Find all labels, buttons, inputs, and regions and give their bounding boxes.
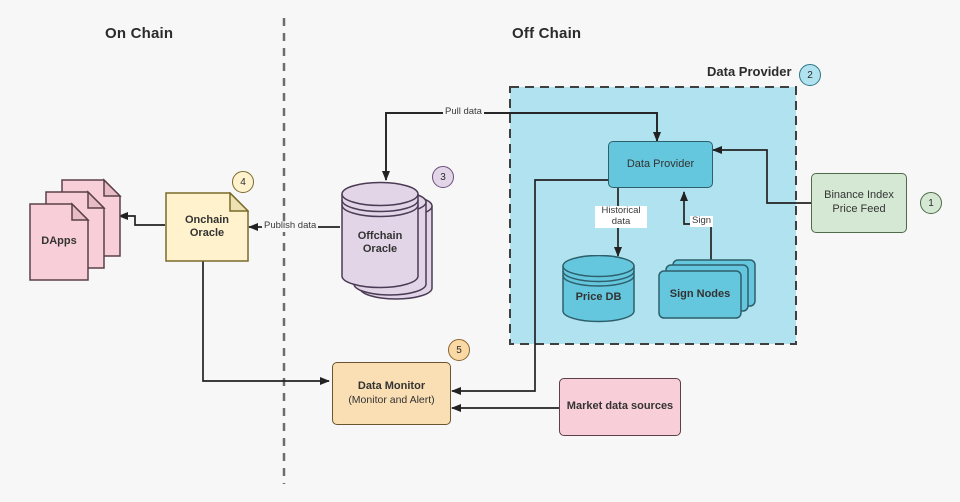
onchain-oracle-line1: Onchain	[184, 213, 229, 226]
node-sign-nodes[interactable]: Sign Nodes	[657, 258, 757, 320]
section-title-on-chain: On Chain	[105, 25, 174, 42]
historical-line2: data	[611, 215, 631, 227]
onchain-oracle-line2: Oracle	[189, 227, 225, 239]
section-title-off-chain: Off Chain	[512, 25, 582, 42]
historical-line1: Historical	[601, 205, 641, 216]
group-title-data-provider: Data Provider	[707, 64, 792, 79]
node-binance-index-price-feed[interactable]: Binance Index Price Feed	[811, 173, 907, 233]
edge-oracle-to-dapps	[118, 212, 165, 226]
node-market-data-sources[interactable]: Market data sources	[559, 378, 681, 436]
market-data-sources-label: Market data sources	[566, 400, 674, 413]
badge-3: 3	[432, 166, 454, 188]
data-monitor-line2: (Monitor and Alert)	[348, 393, 435, 406]
edge-oracle-to-monitor	[202, 261, 330, 385]
node-sign-nodes-label: Sign Nodes	[669, 287, 731, 300]
binance-feed-line2: Price Feed	[832, 203, 886, 215]
badge-5: 5	[448, 339, 470, 361]
badge-2: 2	[799, 64, 821, 86]
edge-label-publish-data: Publish data	[262, 220, 319, 232]
node-data-provider[interactable]: Data Provider	[608, 141, 713, 188]
node-dapps[interactable]: DApps	[28, 178, 124, 282]
edge-label-pull-data: Pull data	[443, 106, 484, 118]
node-onchain-oracle[interactable]: Onchain Oracle	[165, 192, 249, 262]
binance-feed-line1: Binance Index	[824, 189, 894, 202]
edge-label-historical-data: Historical data	[595, 205, 647, 228]
badge-4: 4	[232, 171, 254, 193]
node-dapps-label: DApps	[41, 235, 77, 248]
data-monitor-line1: Data Monitor	[357, 380, 426, 393]
node-offchain-oracle[interactable]: Offchain Oracle	[338, 180, 444, 305]
node-price-db[interactable]: Price DB	[561, 255, 636, 323]
node-price-db-label: Price DB	[575, 291, 622, 304]
edge-label-sign: Sign	[690, 215, 714, 227]
badge-1: 1	[920, 192, 942, 214]
node-onchain-oracle-label: Onchain Oracle	[165, 192, 249, 262]
node-data-monitor[interactable]: Data Monitor (Monitor and Alert)	[332, 362, 451, 425]
node-data-provider-label: Data Provider	[626, 157, 695, 170]
node-offchain-oracle-label: Offchain Oracle	[357, 229, 403, 255]
